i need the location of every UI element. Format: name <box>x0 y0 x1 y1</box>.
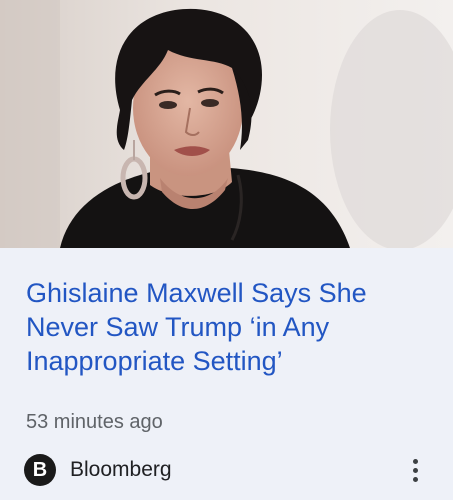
source-row: B Bloomberg <box>24 453 172 487</box>
article-image[interactable] <box>0 0 453 248</box>
news-card[interactable]: Ghislaine Maxwell Says She Never Saw Tru… <box>0 0 453 500</box>
headline-link[interactable]: Ghislaine Maxwell Says She Never Saw Tru… <box>26 276 436 378</box>
more-vert-icon[interactable] <box>400 455 430 485</box>
menu-dot <box>412 467 418 473</box>
menu-dot <box>412 458 418 464</box>
bloomberg-logo-icon: B <box>24 454 56 486</box>
timestamp: 53 minutes ago <box>26 411 163 433</box>
portrait-illustration <box>0 0 453 248</box>
menu-dot <box>412 476 418 482</box>
source-name: Bloomberg <box>70 458 172 481</box>
